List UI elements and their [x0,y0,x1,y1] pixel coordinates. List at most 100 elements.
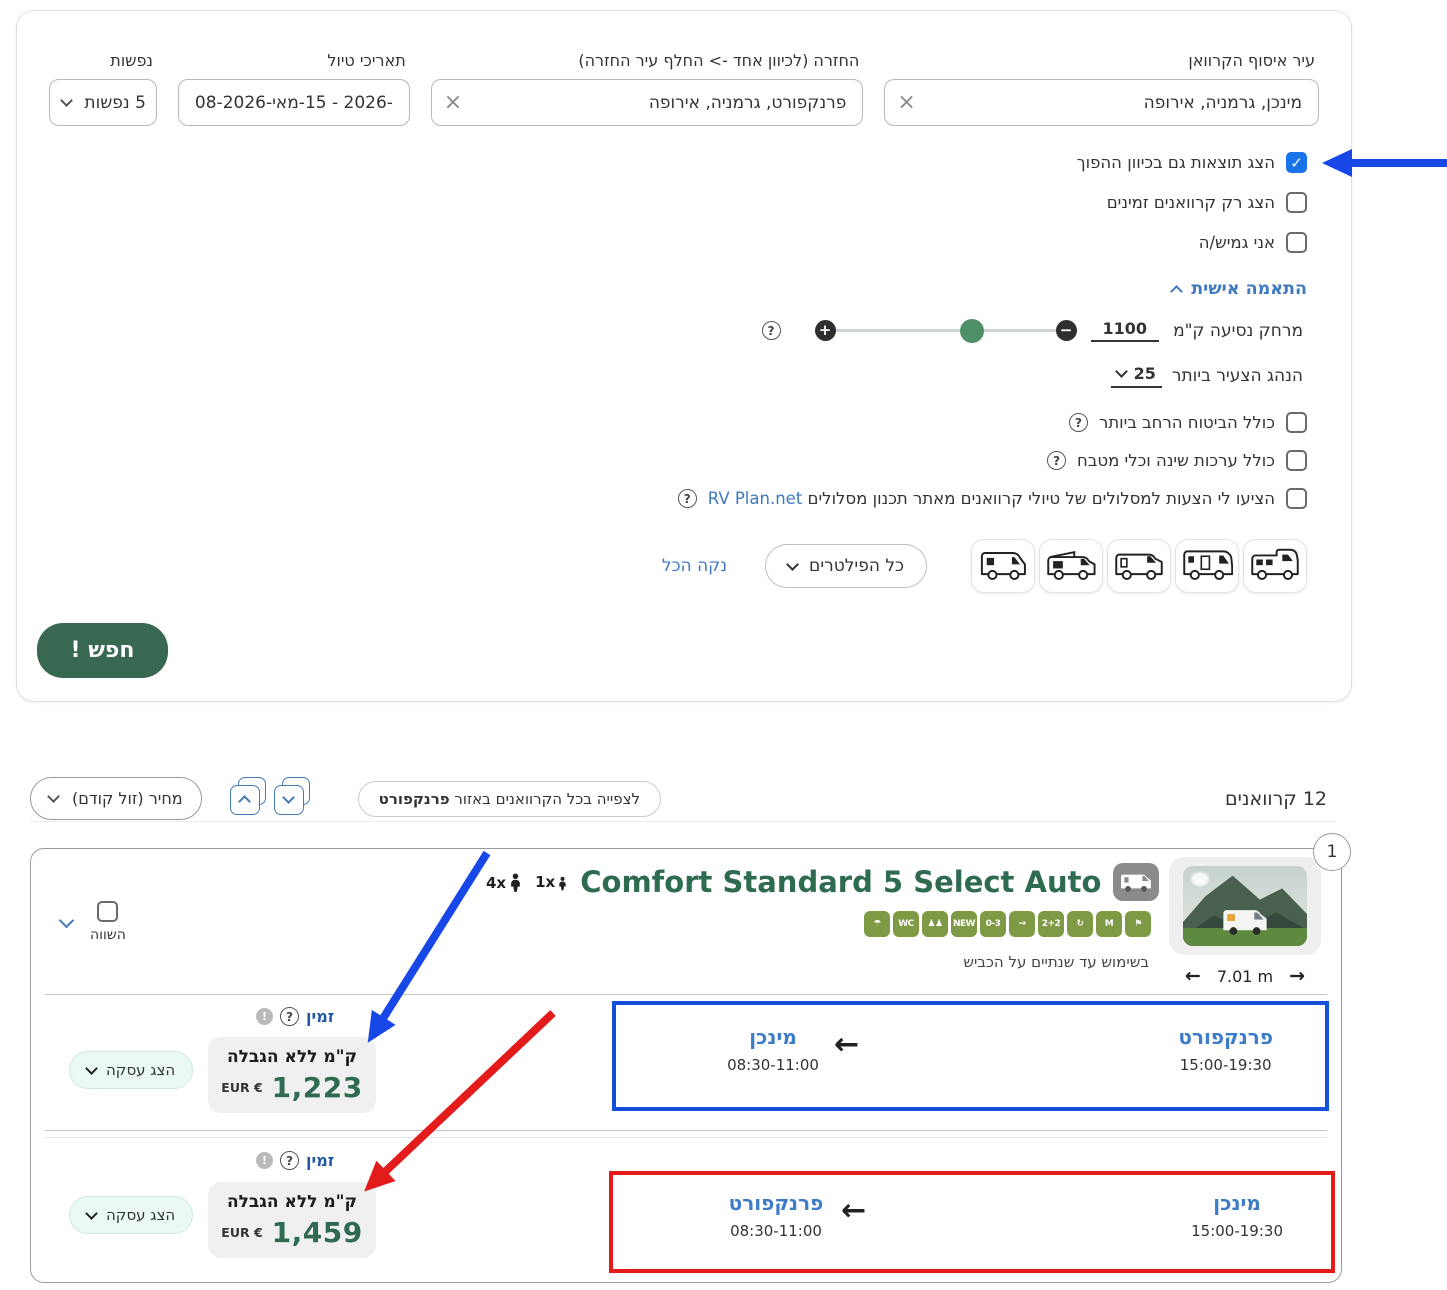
results-count: 12 קרוואנים [1225,788,1327,810]
sort-select[interactable]: מחיר (זול קודם) [30,777,202,820]
expand-all-button[interactable] [276,783,308,815]
family-icon: ♟♟ [922,911,948,937]
distance-help-icon[interactable]: ? [762,321,781,340]
awning-icon: ⚑ [1125,911,1151,937]
available-only-label: הצג רק קרוואנים זמינים [1107,193,1275,212]
pickup-input[interactable] [885,93,1318,113]
return-clear-icon[interactable]: × [444,92,462,114]
one-way-icon: → [1009,911,1035,937]
vehicle-title[interactable]: Comfort Standard 5 Select Auto [580,865,1101,899]
reverse-direction-checkbox[interactable]: ✓ [1286,152,1307,173]
wc-icon: WC [893,911,919,937]
reverse-direction-option[interactable]: ✓ הצג תוצאות גם בכיוון ההפוך [1077,152,1307,173]
collapse-all-button[interactable] [232,783,264,815]
slider-knob[interactable] [960,319,984,343]
chevron-down-icon [85,1207,98,1220]
fare-route-outbound[interactable]: פרנקפורט 15:00-19:30 ← מינכן 08:30-11:00 [612,1001,1329,1111]
vehicle-thumbnail[interactable] [1169,857,1321,955]
route-from-time: 15:00-19:30 [1178,1056,1273,1074]
search-button[interactable]: חפש ! [37,623,168,678]
route-to-time: 08:30-11:00 [701,1222,851,1240]
kits-checkbox[interactable] [1286,450,1307,471]
insurance-option[interactable]: כולל הביטוח הרחב ביותר ? [17,412,1307,433]
available-only-option[interactable]: הצג רק קרוואנים זמינים [1107,192,1307,213]
route-to-city: מינכן [708,1025,838,1049]
price-box-outbound[interactable]: ק"מ ללא הגבלה EUR € 1,223 [208,1037,376,1113]
clear-all-link[interactable]: נקה הכל [662,556,727,576]
status-help-icon[interactable]: ? [280,1151,299,1170]
routes-checkbox[interactable] [1286,488,1307,509]
availability-status: זמין ? ! [256,1151,334,1170]
distance-value[interactable]: 1100 [1091,319,1160,342]
status-help-icon[interactable]: ? [280,1007,299,1026]
dates-input[interactable] [179,93,409,113]
kits-label: כולל ערכות שינה וכלי מטבח [1077,451,1275,470]
flexible-option[interactable]: אני גמיש/ה [1199,232,1307,253]
distance-label: מרחק נסיעה ק"מ [1173,321,1303,341]
status-info-icon[interactable]: ! [256,1152,273,1169]
chevron-up-icon [238,795,251,808]
result-rank-badge: 1 [1313,833,1351,871]
return-input[interactable] [432,93,863,113]
extra-options: כולל הביטוח הרחב ביותר ? כולל ערכות שינה… [17,412,1307,509]
result-card: 1 השווה 4x 1x Comfort Standard 5 Select … [30,848,1342,1283]
distance-slider[interactable]: − + [815,320,1077,341]
price-box-return[interactable]: ק"מ ללא הגבלה EUR € 1,459 [208,1182,376,1258]
flexible-checkbox[interactable] [1286,232,1307,253]
routes-help-icon[interactable]: ? [678,489,697,508]
divider [45,1137,1327,1138]
price-value: 1,459 [272,1216,363,1249]
insurance-help-icon[interactable]: ? [1069,413,1088,432]
youngest-driver-select[interactable]: 25 [1111,364,1162,388]
currency-label: EUR € [221,1080,262,1095]
route-from-city: מינכן [1191,1191,1283,1215]
all-filters-button[interactable]: כל הפילטרים [765,544,927,588]
available-only-checkbox[interactable] [1286,192,1307,213]
route-to-city: פרנקפורט [701,1191,851,1215]
view-all-button[interactable]: לצפייה בכל הקרוואנים באזור פרנקפורט [358,781,661,817]
chevron-down-icon [282,791,295,804]
slider-minus-icon[interactable]: − [1056,320,1077,341]
fare-route-return[interactable]: מינכן 15:00-19:30 ← פרנקפורט 08:30-11:00 [609,1171,1335,1273]
vehicle-length-row: ← 7.01 m → [1169,965,1321,987]
routes-option[interactable]: הציעו לי הצעות למסלולים של טיולי קרוואני… [17,488,1307,509]
personalization-toggle[interactable]: התאמה אישית [1172,279,1307,299]
insurance-checkbox[interactable] [1286,412,1307,433]
status-info-icon[interactable]: ! [256,1008,273,1025]
pickup-clear-icon[interactable]: × [897,92,915,114]
pickup-label: עיר איסוף הקרוואן [884,51,1319,70]
youngest-driver-value: 25 [1134,364,1156,383]
vehicle-type-alcove-icon[interactable] [1243,539,1307,593]
vehicle-type-van-icon[interactable] [971,539,1035,593]
show-deal-button-return[interactable]: הצג עסקה [69,1196,193,1234]
route-from-city: פרנקפורט [1178,1025,1273,1049]
new-vehicle-icon: NEW [951,911,977,937]
youngest-driver-label: הנהג הצעיר ביותר [1172,366,1303,386]
chevron-down-icon [1115,365,1128,378]
routes-label: הציעו לי הצעות למסלולים של טיולי קרוואני… [708,489,1275,508]
vehicle-type-filters: כל הפילטרים נקה הכל [17,539,1307,593]
slider-track[interactable] [836,329,1056,332]
compare-checkbox[interactable] [97,901,118,922]
vehicle-type-semi-integrated-icon[interactable] [1107,539,1171,593]
expand-card-icon[interactable] [59,912,75,928]
kits-help-icon[interactable]: ? [1047,451,1066,470]
flexible-label: אני גמיש/ה [1199,233,1275,252]
pax-main: 4x [486,873,523,892]
dates-label: תאריכי טיול [178,51,410,70]
show-deal-label: הצג עסקה [106,1061,175,1079]
persons-select[interactable]: 5 נפשות [49,79,157,126]
show-deal-button-outbound[interactable]: הצג עסקה [69,1051,193,1089]
seats-2plus2-icon: 2+2 [1038,911,1064,937]
divider [45,994,1327,995]
dates-field: תאריכי טיול [178,51,410,126]
vehicle-type-integrated-icon[interactable] [1175,539,1239,593]
shower-icon: ☂ [864,911,890,937]
vehicle-type-campervan-icon[interactable] [1039,539,1103,593]
arrow-right-icon: → [1289,965,1305,987]
kits-option[interactable]: כולל ערכות שינה וכלי מטבח ? [17,450,1307,471]
rv-plan-link[interactable]: RV Plan.net [708,489,803,508]
chevron-down-icon [60,94,73,107]
slider-plus-icon[interactable]: + [815,320,836,341]
expand-collapse-group [232,783,308,815]
